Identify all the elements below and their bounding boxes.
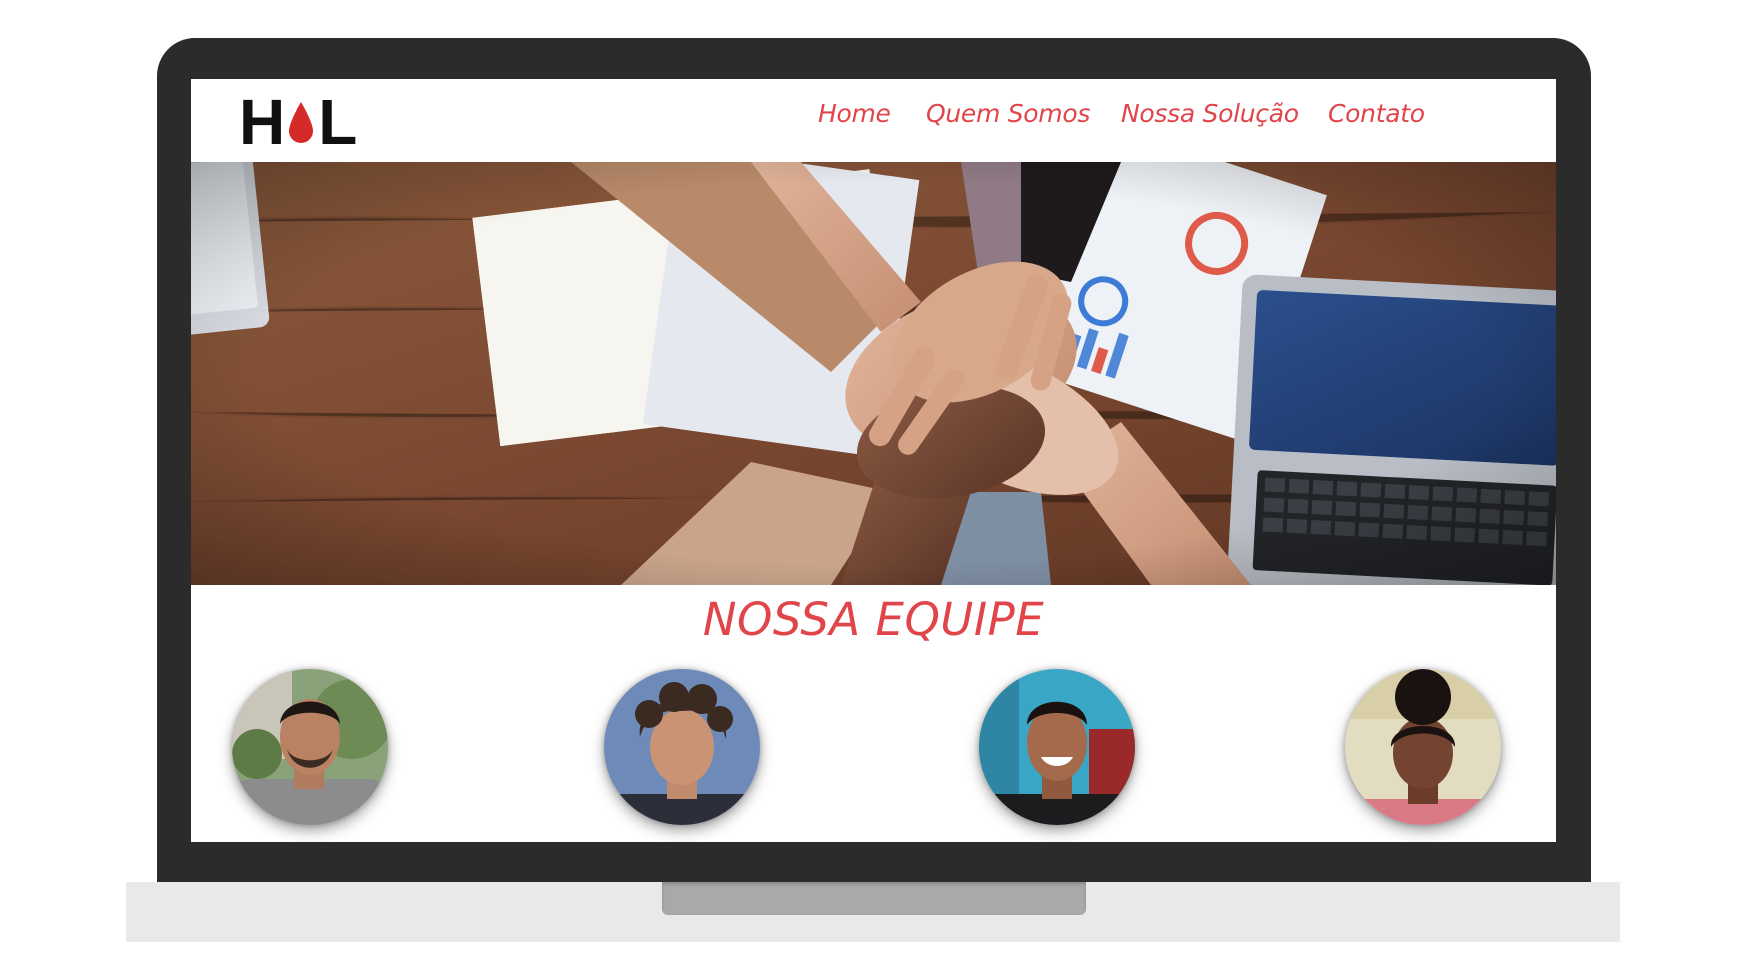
team-member-avatar-3 [979, 669, 1135, 825]
nav-quem-somos[interactable]: Quem Somos [926, 99, 1090, 128]
hero-image [191, 162, 1556, 585]
nav-contato[interactable]: Contato [1328, 99, 1425, 128]
website-screen: H L Home Quem Somos Nossa Solução Contat… [191, 79, 1556, 842]
team-section-title: NOSSA EQUIPE [702, 593, 1045, 646]
team-member-avatar-1 [232, 669, 388, 825]
nav-home[interactable]: Home [818, 99, 891, 128]
team-member-avatar-4 [1345, 669, 1501, 825]
nav-nossa-solucao[interactable]: Nossa Solução [1121, 99, 1299, 128]
main-nav: Home Quem Somos Nossa Solução Contato [191, 99, 1556, 139]
site-header: H L Home Quem Somos Nossa Solução Contat… [191, 79, 1556, 162]
team-hands-photo [191, 162, 1556, 585]
mockup-stage: H L Home Quem Somos Nossa Solução Contat… [0, 0, 1737, 977]
laptop-notch [662, 882, 1086, 915]
team-member-avatar-2 [604, 669, 760, 825]
